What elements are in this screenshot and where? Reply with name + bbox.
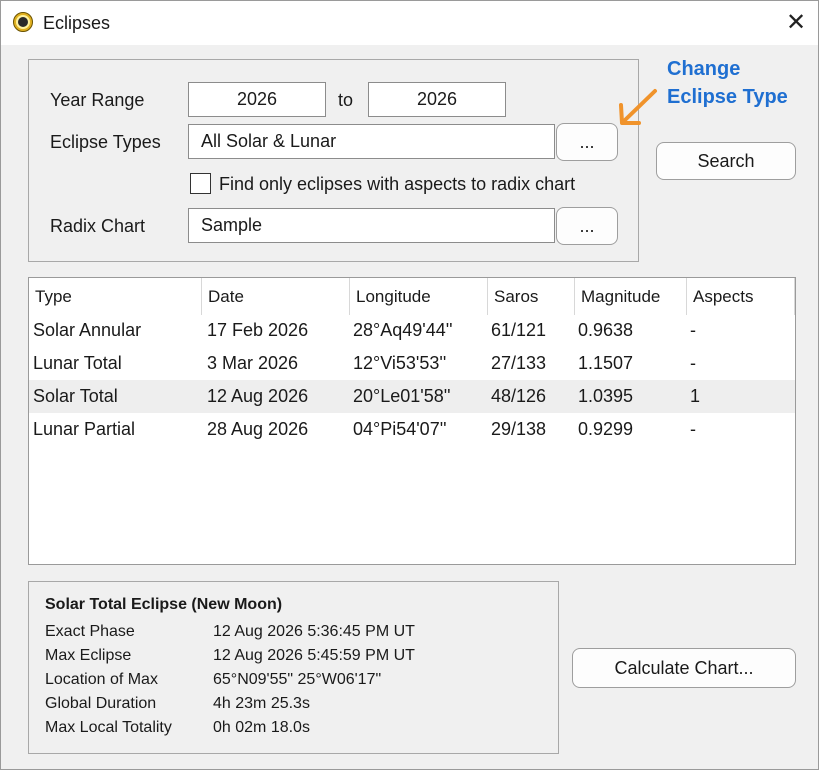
eclipses-window: Eclipses ✕ Year Range 2026 to 2026 Eclip… <box>0 0 819 770</box>
column-header-date[interactable]: Date <box>202 278 350 315</box>
window-title: Eclipses <box>43 13 111 33</box>
cell-date: 3 Mar 2026 <box>207 353 299 373</box>
cell-type: Solar Annular <box>33 320 142 340</box>
cell-aspects: - <box>690 353 696 373</box>
eclipse-results-table[interactable]: Type Date Longitude Saros Magnitude Aspe… <box>28 277 796 565</box>
table-row[interactable]: Lunar Partial 28 Aug 2026 04°Pi54'07'' 2… <box>29 413 795 446</box>
table-row-selected[interactable]: Solar Total 12 Aug 2026 20°Le01'58'' 48/… <box>29 380 795 413</box>
table-row[interactable]: Lunar Total 3 Mar 2026 12°Vi53'53'' 27/1… <box>29 347 795 380</box>
year-to-input[interactable]: 2026 <box>368 82 506 117</box>
cell-saros: 29/138 <box>491 419 547 439</box>
cell-aspects: 1 <box>690 386 701 406</box>
cell-magnitude: 0.9638 <box>578 320 634 340</box>
detail-label-global-duration: Global Duration <box>45 695 157 712</box>
table-header: Type Date Longitude Saros Magnitude Aspe… <box>29 278 795 315</box>
detail-label-exact-phase: Exact Phase <box>45 623 135 640</box>
to-label: to <box>338 90 354 110</box>
detail-value-location: 65°N09'55" 25°W06'17" <box>213 671 382 688</box>
eclipse-types-label: Eclipse Types <box>50 132 161 152</box>
cell-type: Solar Total <box>33 386 118 406</box>
detail-value-exact-phase: 12 Aug 2026 5:36:45 PM UT <box>213 623 415 640</box>
cell-longitude: 04°Pi54'07'' <box>353 419 447 439</box>
detail-value-global-duration: 4h 23m 25.3s <box>213 695 310 712</box>
detail-label-max-local-totality: Max Local Totality <box>45 719 172 736</box>
table-row[interactable]: Solar Annular 17 Feb 2026 28°Aq49'44'' 6… <box>29 314 795 347</box>
cell-type: Lunar Partial <box>33 419 136 439</box>
column-header-magnitude[interactable]: Magnitude <box>575 278 687 315</box>
cell-magnitude: 1.0395 <box>578 386 634 406</box>
cell-saros: 61/121 <box>491 320 547 340</box>
column-header-longitude[interactable]: Longitude <box>350 278 488 315</box>
close-icon[interactable]: ✕ <box>779 7 813 39</box>
column-header-type[interactable]: Type <box>29 278 202 315</box>
cell-saros: 48/126 <box>491 386 547 406</box>
cell-aspects: - <box>690 419 696 439</box>
detail-value-max-eclipse: 12 Aug 2026 5:45:59 PM UT <box>213 647 415 664</box>
aspects-checkbox-label[interactable]: Find only eclipses with aspects to radix… <box>219 174 575 195</box>
cell-magnitude: 1.1507 <box>578 353 634 373</box>
cell-date: 12 Aug 2026 <box>207 386 309 406</box>
cell-aspects: - <box>690 320 696 340</box>
search-button[interactable]: Search <box>656 142 796 180</box>
year-range-label: Year Range <box>50 90 145 110</box>
detail-value-max-local-totality: 0h 02m 18.0s <box>213 719 310 736</box>
cell-date: 28 Aug 2026 <box>207 419 309 439</box>
eclipse-details-panel: Solar Total Eclipse (New Moon) Exact Pha… <box>28 581 559 754</box>
eclipse-app-icon <box>13 12 33 32</box>
radix-chart-label: Radix Chart <box>50 216 146 236</box>
arrow-icon <box>619 89 657 125</box>
cell-longitude: 20°Le01'58'' <box>353 386 451 406</box>
year-from-input[interactable]: 2026 <box>188 82 326 117</box>
cell-saros: 27/133 <box>491 353 547 373</box>
cell-type: Lunar Total <box>33 353 122 373</box>
calculate-chart-button[interactable]: Calculate Chart... <box>572 648 796 688</box>
annotation-line-1: Change <box>667 58 741 80</box>
radix-chart-browse-button[interactable]: ... <box>556 207 618 245</box>
column-header-saros[interactable]: Saros <box>488 278 575 315</box>
change-eclipse-type-annotation: Change Eclipse Type <box>667 55 788 111</box>
radix-chart-field[interactable]: Sample <box>188 208 555 243</box>
detail-label-location: Location of Max <box>45 671 158 688</box>
cell-date: 17 Feb 2026 <box>207 320 309 340</box>
annotation-line-2: Eclipse Type <box>667 86 788 108</box>
aspects-checkbox[interactable] <box>190 173 211 194</box>
eclipse-types-browse-button[interactable]: ... <box>556 123 618 161</box>
cell-longitude: 12°Vi53'53'' <box>353 353 447 373</box>
details-title: Solar Total Eclipse (New Moon) <box>45 596 283 613</box>
cell-magnitude: 0.9299 <box>578 419 634 439</box>
detail-label-max-eclipse: Max Eclipse <box>45 647 132 664</box>
title-bar: Eclipses ✕ <box>1 1 818 45</box>
eclipse-types-field[interactable]: All Solar & Lunar <box>188 124 555 159</box>
cell-longitude: 28°Aq49'44'' <box>353 320 453 340</box>
column-header-aspects[interactable]: Aspects <box>687 278 795 315</box>
